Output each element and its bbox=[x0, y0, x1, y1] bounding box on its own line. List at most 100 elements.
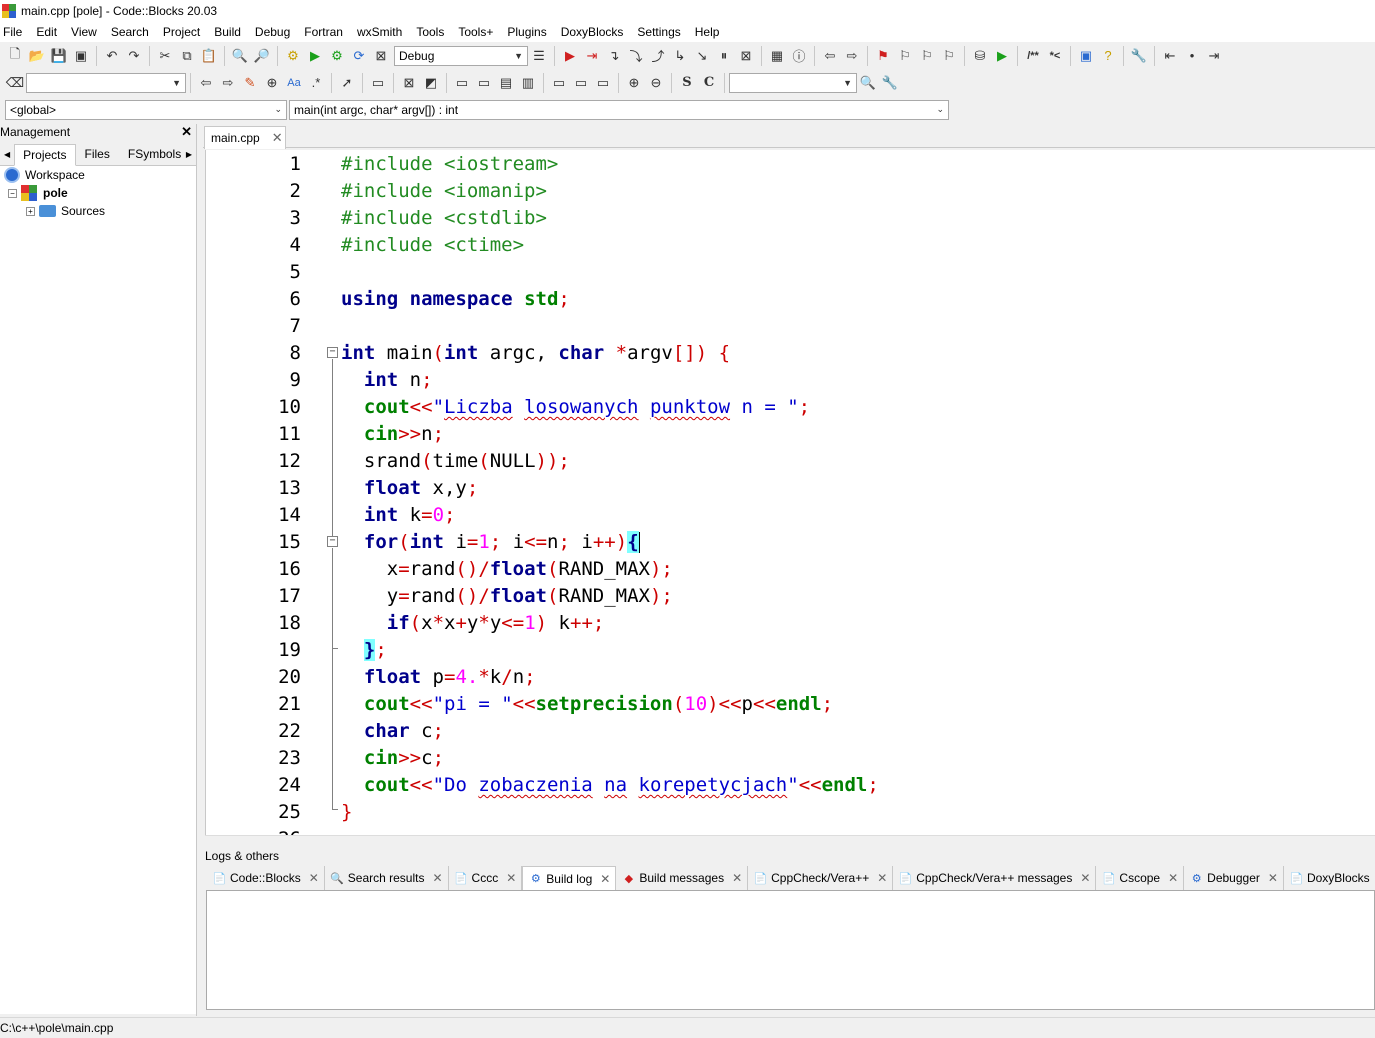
menu-view[interactable]: View bbox=[64, 22, 104, 42]
symbol-combo[interactable]: ▼ bbox=[729, 72, 857, 93]
fold-toggle-main[interactable]: − bbox=[327, 347, 338, 358]
menu-toolsplus[interactable]: Tools+ bbox=[451, 22, 500, 42]
save-icon[interactable]: 💾 bbox=[48, 45, 70, 67]
code-area[interactable]: #include <iostream> #include <iomanip> #… bbox=[340, 150, 1370, 835]
menu-edit[interactable]: Edit bbox=[29, 22, 64, 42]
redo-icon[interactable]: ↷ bbox=[123, 45, 145, 67]
close-icon[interactable]: ✕ bbox=[1268, 871, 1278, 885]
select-pointer-icon[interactable]: ➚ bbox=[336, 72, 358, 94]
jump-end-icon[interactable]: ⇥ bbox=[1203, 45, 1225, 67]
menu-help[interactable]: Help bbox=[688, 22, 727, 42]
menu-build[interactable]: Build bbox=[207, 22, 248, 42]
target-options-icon[interactable]: ☰ bbox=[528, 45, 550, 67]
function-select[interactable]: main(int argc, char* argv[]) : int ⌄ bbox=[289, 99, 949, 120]
run-icon[interactable]: ▶ bbox=[304, 45, 326, 67]
log-tab-build-messages[interactable]: ◆ Build messages ✕ bbox=[616, 866, 749, 890]
log-tab-debugger[interactable]: ⚙ Debugger ✕ bbox=[1184, 866, 1284, 890]
comment-block-icon[interactable]: /** bbox=[1022, 45, 1044, 67]
step-into-instruction-icon[interactable]: ↘ bbox=[691, 45, 713, 67]
loop-icon[interactable]: ◩ bbox=[420, 72, 442, 94]
log-tab-cccc[interactable]: 📄 Cccc ✕ bbox=[449, 866, 523, 890]
undo-icon[interactable]: ↶ bbox=[101, 45, 123, 67]
find-icon[interactable]: 🔍 bbox=[229, 45, 251, 67]
clear-bookmarks-icon[interactable]: ⚐ bbox=[938, 45, 960, 67]
menu-plugins[interactable]: Plugins bbox=[500, 22, 553, 42]
close-icon[interactable]: ✕ bbox=[309, 871, 319, 885]
run-to-cursor-icon[interactable]: ⇥ bbox=[581, 45, 603, 67]
tab-fsymbols[interactable]: FSymbols bbox=[119, 143, 190, 165]
code-editor[interactable]: 1 2 3 4 5 6 7 8 9 10 11 12 13 14 15 16 17 18 19 20 21 22 23 24 2… bbox=[205, 150, 1375, 835]
chm-help-icon[interactable]: ? bbox=[1097, 45, 1119, 67]
instruction-3-icon[interactable]: ▤ bbox=[495, 72, 517, 94]
log-output[interactable] bbox=[206, 890, 1375, 1010]
build-target-select[interactable]: Debug ▼ bbox=[394, 45, 528, 66]
fold-toggle-for[interactable]: − bbox=[327, 536, 338, 547]
prev-bookmark-icon[interactable]: ⚐ bbox=[894, 45, 916, 67]
match-case-icon[interactable]: Aa bbox=[283, 72, 305, 94]
log-tab-code-blocks[interactable]: 📄 Code::Blocks ✕ bbox=[207, 866, 325, 890]
next-bookmark-icon[interactable]: ⚐ bbox=[916, 45, 938, 67]
save-all-icon[interactable]: ▣ bbox=[70, 45, 92, 67]
close-icon[interactable]: ✕ bbox=[732, 871, 742, 885]
open-folder-icon[interactable]: 📂 bbox=[26, 45, 48, 67]
scope-select[interactable]: <global> ⌄ bbox=[5, 99, 287, 120]
menu-file[interactable]: File bbox=[0, 22, 29, 42]
log-tab-cppcheck-vera-messages[interactable]: 📄 CppCheck/Vera++ messages ✕ bbox=[893, 866, 1097, 890]
tree-item-project[interactable]: − pole bbox=[8, 184, 68, 202]
toggle-bookmark-icon[interactable]: ⚑ bbox=[872, 45, 894, 67]
new-file-icon[interactable]: 🗋 bbox=[4, 45, 26, 67]
html-docs-icon[interactable]: ▣ bbox=[1075, 45, 1097, 67]
step-out-icon[interactable]: ⤴ bbox=[647, 45, 669, 67]
instruction-4-icon[interactable]: ▥ bbox=[517, 72, 539, 94]
jump-forward-icon[interactable]: ⇨ bbox=[841, 45, 863, 67]
menu-tools[interactable]: Tools bbox=[409, 22, 451, 42]
next-line-icon[interactable]: ↴ bbox=[603, 45, 625, 67]
find-symbol-icon[interactable]: 🔍 bbox=[857, 72, 879, 94]
block-icon[interactable]: ▭ bbox=[367, 72, 389, 94]
arrow-right-icon[interactable]: ⇨ bbox=[217, 72, 239, 94]
paste-icon[interactable]: 📋 bbox=[198, 45, 220, 67]
cut-icon[interactable]: ✂ bbox=[154, 45, 176, 67]
build-and-run-icon[interactable]: ⚙ bbox=[326, 45, 348, 67]
menu-wxsmith[interactable]: wxSmith bbox=[350, 22, 409, 42]
log-tab-search-results[interactable]: 🔍 Search results ✕ bbox=[325, 866, 449, 890]
tree-item-workspace[interactable]: Workspace bbox=[4, 166, 85, 184]
match-icon[interactable]: ⊕ bbox=[261, 72, 283, 94]
code-search-combo[interactable]: ▼ bbox=[26, 72, 186, 93]
menu-debug[interactable]: Debug bbox=[248, 22, 297, 42]
stop-icon[interactable]: ⊠ bbox=[735, 45, 757, 67]
zoom-out-icon[interactable]: ⊖ bbox=[645, 72, 667, 94]
close-icon[interactable]: ✕ bbox=[877, 871, 887, 885]
shape-2-icon[interactable]: ▭ bbox=[570, 72, 592, 94]
close-icon[interactable]: ✕ bbox=[1168, 871, 1178, 885]
debug-windows-icon[interactable]: ▦ bbox=[766, 45, 788, 67]
arrow-left-icon[interactable]: ⇦ bbox=[195, 72, 217, 94]
pause-icon[interactable]: ⏸ bbox=[713, 45, 735, 67]
rebuild-icon[interactable]: ⟳ bbox=[348, 45, 370, 67]
close-icon[interactable]: ✕ bbox=[181, 124, 192, 140]
log-tab-build-log[interactable]: ⚙ Build log ✕ bbox=[522, 866, 617, 890]
jump-start-icon[interactable]: ⇤ bbox=[1159, 45, 1181, 67]
s-icon[interactable]: S bbox=[676, 72, 698, 94]
copy-icon[interactable]: ⧉ bbox=[176, 45, 198, 67]
menu-fortran[interactable]: Fortran bbox=[297, 22, 350, 42]
close-icon[interactable]: ✕ bbox=[506, 871, 516, 885]
collapse-icon[interactable]: − bbox=[8, 188, 17, 198]
instruction-icon[interactable]: ▭ bbox=[451, 72, 473, 94]
wrench-icon[interactable]: 🔧 bbox=[1128, 45, 1150, 67]
tab-projects[interactable]: Projects bbox=[14, 144, 76, 166]
regex-icon[interactable]: .* bbox=[305, 72, 327, 94]
menu-project[interactable]: Project bbox=[156, 22, 207, 42]
zoom-in-icon[interactable]: ⊕ bbox=[623, 72, 645, 94]
comment-line-icon[interactable]: *< bbox=[1044, 45, 1066, 67]
debug-start-icon[interactable]: ▶ bbox=[559, 45, 581, 67]
tab-main-cpp[interactable]: main.cpp ✕ bbox=[204, 126, 286, 149]
expand-icon[interactable]: + bbox=[26, 206, 35, 216]
close-icon[interactable]: ✕ bbox=[600, 872, 610, 886]
c-icon[interactable]: C bbox=[698, 72, 720, 94]
tab-scroll-right-icon[interactable]: ▶ bbox=[186, 150, 192, 159]
shape-1-icon[interactable]: ▭ bbox=[548, 72, 570, 94]
clear-search-icon[interactable]: ⌫ bbox=[4, 72, 26, 94]
tab-scroll-left-icon[interactable]: ◀ bbox=[0, 150, 14, 165]
tab-files[interactable]: Files bbox=[76, 143, 119, 165]
